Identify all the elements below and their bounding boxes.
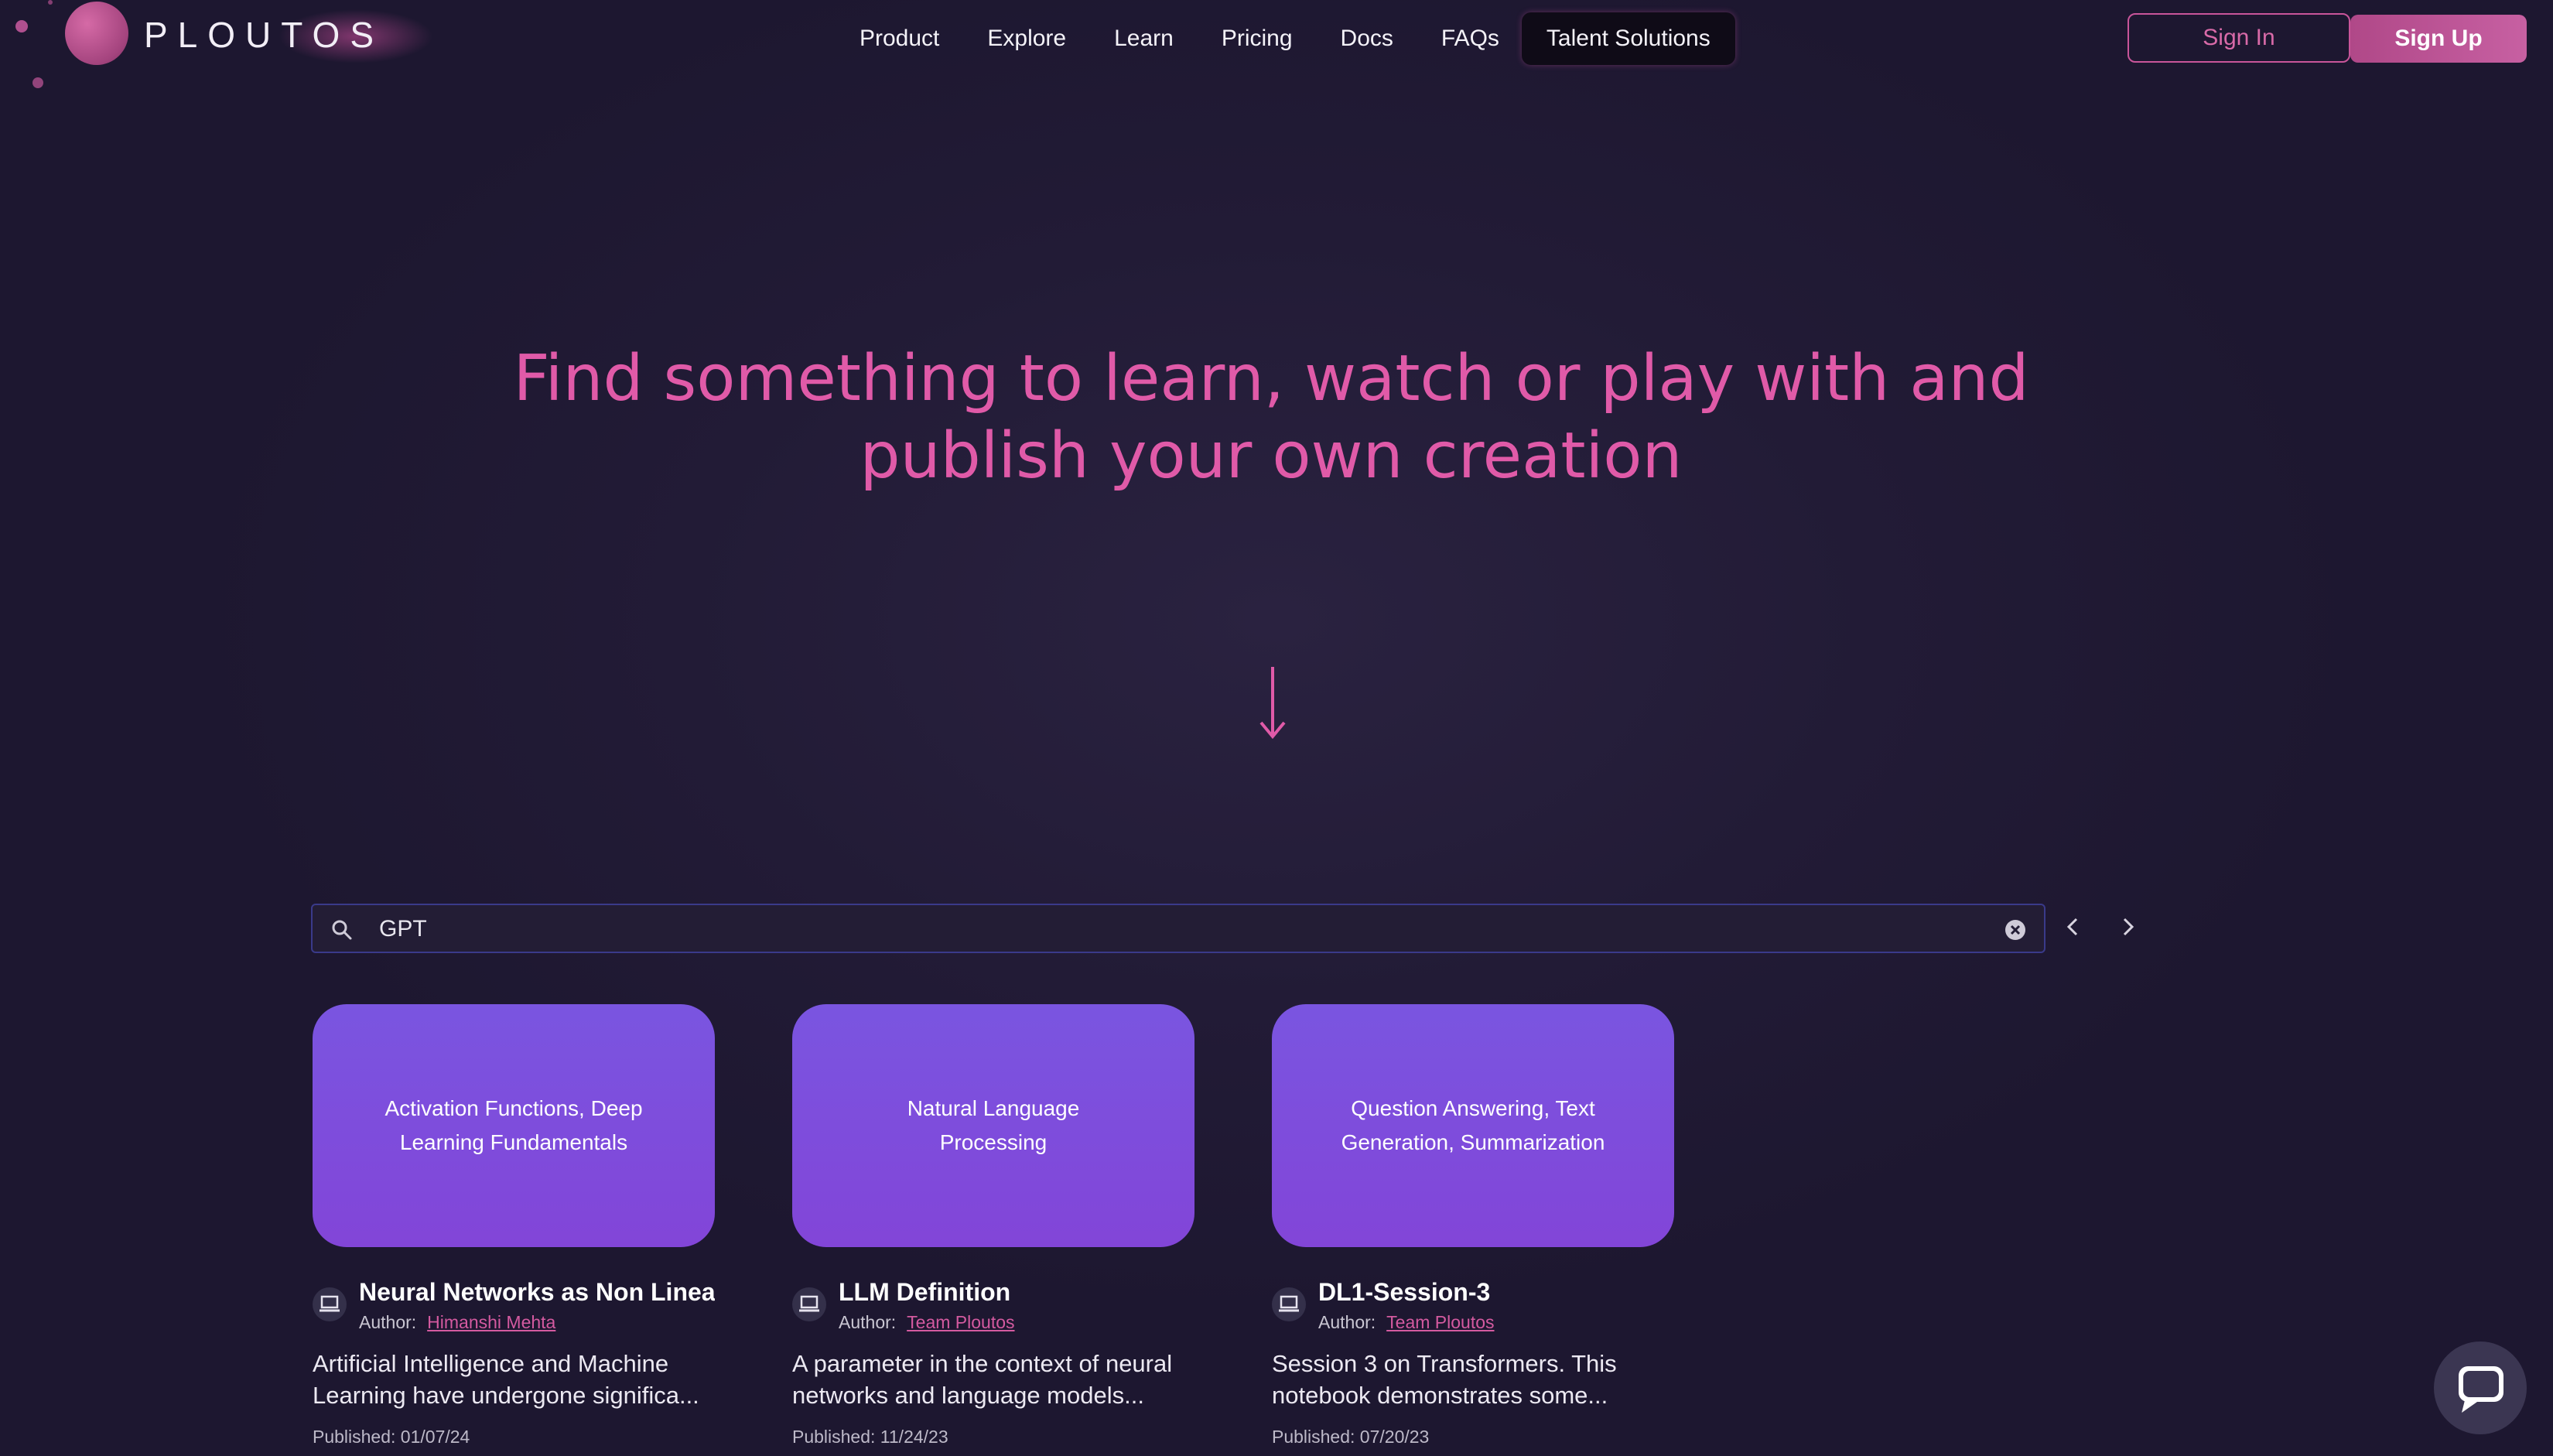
hero-line-2: publish your own creation — [860, 419, 1683, 493]
laptop-icon — [313, 1287, 347, 1321]
card-author: Author: Himanshi Mehta — [359, 1312, 555, 1333]
card-description: A parameter in the context of neural net… — [792, 1350, 1173, 1409]
decor-dot — [32, 77, 43, 88]
nav-product[interactable]: Product — [836, 12, 963, 65]
card-published-date: Published: 07/20/23 — [1272, 1427, 1430, 1447]
card-published-date: Published: 01/07/24 — [313, 1427, 470, 1447]
author-label: Author: — [359, 1312, 417, 1332]
scroll-down-arrow-icon[interactable] — [1253, 664, 1292, 741]
card-tags: Question Answering, Text Generation, Sum… — [1341, 1096, 1605, 1154]
hero-heading: Find something to learn, watch or play w… — [464, 340, 2078, 495]
sign-in-button[interactable]: Sign In — [2128, 13, 2350, 63]
laptop-icon — [792, 1287, 826, 1321]
chat-widget-button[interactable] — [2434, 1342, 2527, 1434]
card-published-date: Published: 11/24/23 — [792, 1427, 948, 1447]
card-description: Artificial Intelligence and Machine Lear… — [313, 1350, 699, 1409]
top-header: PLOUTOS Product Explore Learn Pricing Do… — [0, 0, 2553, 88]
card-meta: DL1-Session-3 Author: Team Ploutos — [1272, 1278, 1674, 1340]
notebook-card[interactable]: Natural Language Processing LLM Definiti… — [792, 1004, 1194, 1447]
sign-up-button[interactable]: Sign Up — [2350, 15, 2527, 63]
notebook-card[interactable]: Activation Functions, Deep Learning Fund… — [313, 1004, 715, 1447]
laptop-icon — [1272, 1287, 1306, 1321]
nav-faqs[interactable]: FAQs — [1417, 12, 1523, 65]
card-thumbnail[interactable]: Activation Functions, Deep Learning Fund… — [313, 1004, 715, 1247]
card-thumbnail[interactable]: Question Answering, Text Generation, Sum… — [1272, 1004, 1674, 1247]
author-link[interactable]: Team Ploutos — [1386, 1312, 1494, 1332]
card-author: Author: Team Ploutos — [839, 1312, 1015, 1333]
author-label: Author: — [839, 1312, 897, 1332]
chevron-right-icon[interactable] — [2112, 911, 2143, 942]
hero-line-1: Find something to learn, watch or play w… — [513, 342, 2029, 415]
clear-search-icon[interactable] — [2004, 918, 2027, 942]
logo-icon[interactable] — [65, 2, 128, 65]
card-title[interactable]: Neural Networks as Non Linear E — [359, 1278, 715, 1307]
card-description: Session 3 on Transformers. This notebook… — [1272, 1350, 1617, 1409]
author-link[interactable]: Himanshi Mehta — [427, 1312, 555, 1332]
main-nav: Product Explore Learn Pricing Docs FAQs … — [836, 12, 1735, 65]
card-title[interactable]: DL1-Session-3 — [1318, 1278, 1674, 1307]
search-icon — [332, 920, 352, 940]
card-meta: LLM Definition Author: Team Ploutos — [792, 1278, 1194, 1340]
notebook-card[interactable]: Question Answering, Text Generation, Sum… — [1272, 1004, 1674, 1447]
chevron-left-icon[interactable] — [2058, 911, 2089, 942]
decor-dot — [15, 20, 28, 32]
nav-talent-solutions[interactable]: Talent Solutions — [1521, 12, 1735, 65]
author-link[interactable]: Team Ploutos — [907, 1312, 1014, 1332]
nav-explore[interactable]: Explore — [963, 12, 1090, 65]
card-thumbnail[interactable]: Natural Language Processing — [792, 1004, 1194, 1247]
search-bar[interactable] — [311, 904, 2045, 953]
card-title[interactable]: LLM Definition — [839, 1278, 1194, 1307]
nav-learn[interactable]: Learn — [1090, 12, 1198, 65]
chat-bubble-icon — [2459, 1366, 2503, 1413]
logo-text[interactable]: PLOUTOS — [144, 14, 384, 56]
card-tags: Natural Language Processing — [907, 1096, 1080, 1154]
card-tags: Activation Functions, Deep Learning Fund… — [384, 1096, 643, 1154]
search-input[interactable] — [378, 910, 1928, 948]
nav-docs[interactable]: Docs — [1317, 12, 1417, 65]
card-meta: Neural Networks as Non Linear E Author: H… — [313, 1278, 715, 1340]
nav-pricing[interactable]: Pricing — [1198, 12, 1317, 65]
decor-dot — [48, 0, 53, 5]
author-label: Author: — [1318, 1312, 1376, 1332]
card-author: Author: Team Ploutos — [1318, 1312, 1495, 1333]
